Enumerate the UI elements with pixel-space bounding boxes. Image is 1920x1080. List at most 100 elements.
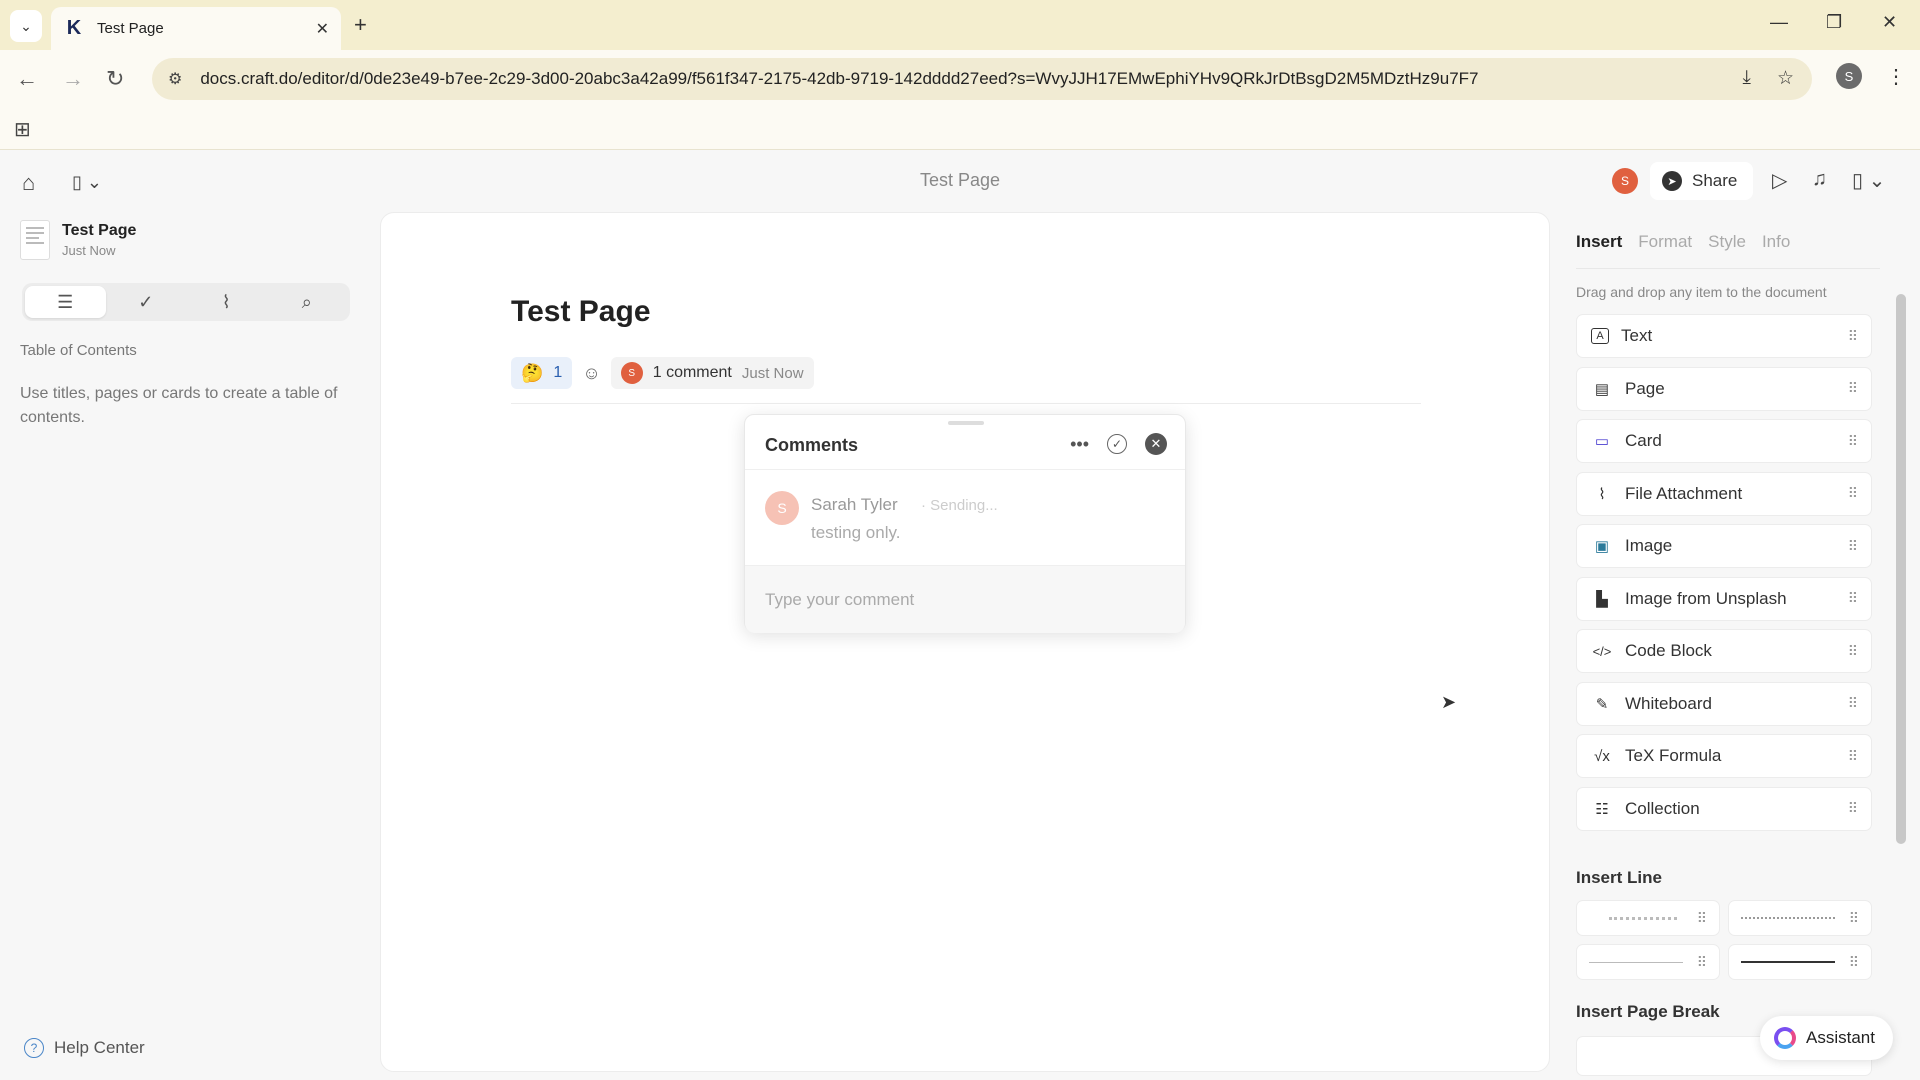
insert-item-page[interactable]: ▤ Page ⠿ [1576, 366, 1872, 411]
url-text[interactable]: docs.craft.do/editor/d/0de23e49-b7ee-2c2… [200, 69, 1478, 89]
reaction-chip[interactable]: 🤔 1 [511, 357, 573, 389]
drag-handle-icon[interactable]: ⠿ [1848, 328, 1858, 345]
reaction-count: 1 [553, 364, 563, 381]
forward-arrow-icon[interactable]: → [62, 66, 84, 92]
back-arrow-icon[interactable]: ← [16, 66, 38, 92]
bookmark-bar: ⊞ [0, 108, 1920, 150]
tab-insert[interactable]: Insert [1576, 232, 1622, 252]
formula-icon: √x [1594, 747, 1610, 765]
document-thumbnail-icon [20, 220, 50, 260]
right-panel-scrollbar[interactable] [1896, 294, 1906, 844]
insert-item-label: Whiteboard [1625, 693, 1712, 713]
insert-item-label: Image [1625, 536, 1673, 555]
right-panel: Insert Format Style Info Drag and drop a… [1560, 150, 1920, 1080]
drag-handle-icon[interactable]: ⠿ [1848, 695, 1858, 712]
drag-handle-icon[interactable]: ⠿ [1848, 748, 1858, 765]
page-header-title: Test Page [919, 170, 1001, 190]
comment-chip[interactable]: S 1 comment Just Now [610, 357, 814, 389]
tab-tasks-icon[interactable]: ✓ [106, 286, 187, 318]
document-title[interactable]: Test Page [511, 295, 651, 329]
right-panel-tabs: Insert Format Style Info [1576, 232, 1790, 252]
right-panel-divider [1576, 268, 1880, 269]
drag-handle-icon[interactable]: ⠿ [1848, 538, 1858, 555]
insert-item-label: TeX Formula [1625, 746, 1722, 765]
insert-item-label: Card [1625, 431, 1662, 450]
new-tab-plus-icon[interactable]: + [354, 12, 367, 38]
insert-item-image-from-unsplash[interactable]: ▙ Image from Unsplash ⠿ [1576, 576, 1872, 621]
line-option-dotted[interactable]: ⠿ [1728, 900, 1872, 936]
insert-item-card[interactable]: ▭ Card ⠿ [1576, 419, 1872, 463]
reload-icon[interactable]: ↻ [106, 66, 124, 92]
browser-menu-icon[interactable]: ⋮ [1886, 64, 1906, 89]
close-comments-icon[interactable]: ✕ [1145, 433, 1167, 455]
comment-author-name: Sarah Tyler [811, 495, 898, 514]
insert-item-text[interactable]: A Text ⠿ [1576, 314, 1872, 358]
browser-addressbar: ← → ↻ ⚙ docs.craft.do/editor/d/0de23e49-… [0, 50, 1920, 108]
insert-item-tex-formula[interactable]: √x TeX Formula ⠿ [1576, 734, 1872, 778]
profile-avatar[interactable]: S [1836, 63, 1862, 89]
apps-grid-icon[interactable]: ⊞ [14, 117, 31, 142]
insert-item-image[interactable]: ▣ Image ⠿ [1576, 524, 1872, 568]
drag-handle-icon[interactable]: ⠿ [1848, 590, 1858, 607]
window-restore-icon[interactable]: ❐ [1826, 12, 1842, 33]
line-option-dots[interactable]: ⠿ [1576, 900, 1720, 936]
drag-handle-icon[interactable]: ⠿ [1848, 380, 1858, 397]
insert-item-label: Code Block [1625, 641, 1712, 660]
line-option-thick[interactable]: ⠿ [1728, 944, 1872, 980]
line-option-thin[interactable]: ⠿ [1576, 944, 1720, 980]
browser-tab-active[interactable]: K Test Page ✕ [51, 7, 341, 50]
comment-author-avatar: S [765, 491, 799, 525]
comment-input-area [745, 565, 1185, 633]
tab-info[interactable]: Info [1762, 232, 1790, 252]
window-minimize-icon[interactable]: — [1770, 12, 1788, 33]
tab-attachments-icon[interactable]: ⌇ [186, 286, 267, 318]
code-icon: </> [1592, 643, 1612, 659]
drag-handle-icon[interactable]: ⠿ [1849, 910, 1859, 927]
sidebar-toggle-icon[interactable]: ▯ ⌄ [72, 172, 102, 193]
comments-popup: Comments ••• ✓ ✕ S Sarah Tyler · Sending… [744, 414, 1186, 633]
more-options-icon[interactable]: ••• [1070, 434, 1089, 455]
add-reaction-icon[interactable]: ☺ [582, 363, 600, 384]
insert-item-whiteboard[interactable]: ✎ Whiteboard ⠿ [1576, 681, 1872, 726]
assistant-button[interactable]: Assistant [1760, 1016, 1893, 1060]
attachment-icon: ⌇ [1598, 485, 1606, 503]
home-icon[interactable]: ⌂ [22, 170, 35, 196]
document-canvas[interactable]: Test Page 🤔 1 ☺ S 1 comment Just Now [380, 212, 1550, 1072]
drag-handle-icon[interactable]: ⠿ [1848, 643, 1858, 660]
install-app-icon[interactable]: ⤓ [1743, 67, 1751, 90]
tab-search-icon[interactable]: ⌕ [267, 286, 348, 318]
insert-item-label: Page [1625, 378, 1665, 398]
image-icon: ▣ [1594, 538, 1610, 555]
drag-handle-icon[interactable]: ⠿ [1848, 800, 1858, 817]
help-center-link[interactable]: ? Help Center [24, 1038, 145, 1058]
toc-heading: Table of Contents [20, 342, 137, 359]
tab-format[interactable]: Format [1638, 232, 1692, 252]
drag-handle-icon[interactable]: ⠿ [1848, 485, 1858, 502]
url-bar[interactable]: ⚙ docs.craft.do/editor/d/0de23e49-b7ee-2… [152, 58, 1812, 100]
drag-handle-icon[interactable]: ⠿ [1848, 433, 1858, 450]
comment-input[interactable] [765, 590, 1165, 610]
sidebar-document-entry[interactable]: Test Page Just Now [20, 220, 136, 260]
drag-handle-icon[interactable]: ⠿ [1697, 954, 1707, 971]
tab-search-chevron-icon[interactable]: ⌄ [10, 10, 42, 42]
popup-drag-handle[interactable] [948, 421, 984, 425]
tab-style[interactable]: Style [1708, 232, 1746, 252]
page-icon: ▤ [1594, 380, 1610, 398]
drag-handle-icon[interactable]: ⠿ [1697, 910, 1707, 927]
insert-hint: Drag and drop any item to the document [1576, 284, 1827, 300]
insert-item-file-attachment[interactable]: ⌇ File Attachment ⠿ [1576, 471, 1872, 516]
insert-item-collection[interactable]: ☷ Collection ⠿ [1576, 786, 1872, 831]
resolve-check-icon[interactable]: ✓ [1107, 434, 1127, 454]
bookmark-star-icon[interactable]: ☆ [1777, 67, 1794, 90]
thinking-emoji-icon: 🤔 [521, 362, 544, 383]
tab-close-icon[interactable]: ✕ [316, 19, 329, 39]
comment-count: 1 comment [652, 364, 732, 381]
site-info-icon[interactable]: ⚙ [168, 69, 182, 89]
tab-table-of-contents-icon[interactable]: ☰ [25, 286, 106, 318]
unsplash-icon: ▙ [1596, 590, 1608, 608]
browser-tabbar: ⌄ K Test Page ✕ + — ❐ ✕ [0, 0, 1920, 50]
drag-handle-icon[interactable]: ⠿ [1849, 954, 1859, 971]
window-close-icon[interactable]: ✕ [1882, 12, 1897, 33]
insert-item-code-block[interactable]: </> Code Block ⠿ [1576, 629, 1872, 673]
collection-icon: ☷ [1595, 800, 1609, 818]
